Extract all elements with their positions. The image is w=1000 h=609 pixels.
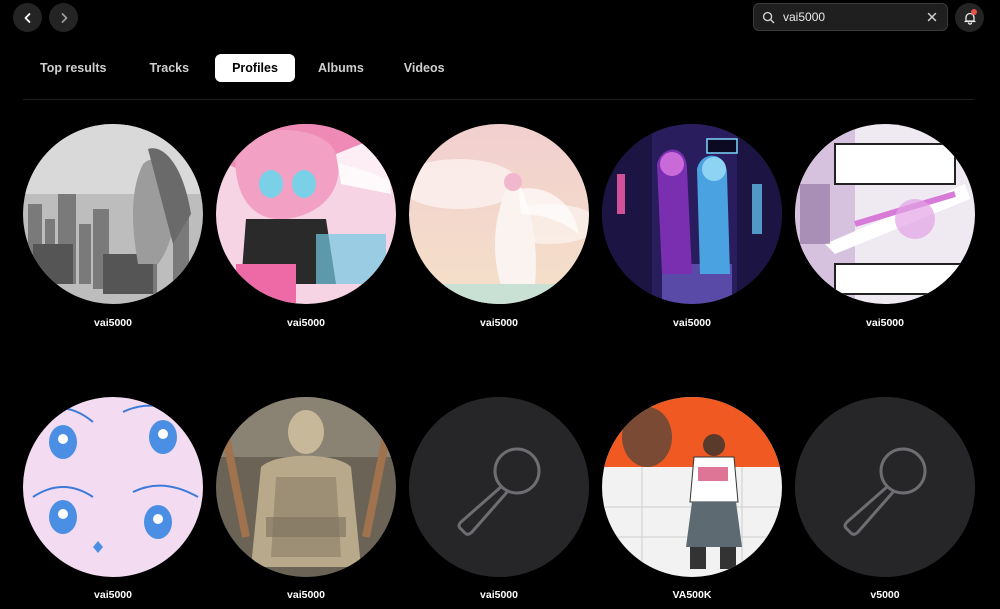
profile-avatar[interactable] (23, 397, 203, 577)
profile-card[interactable]: vai5000 (409, 124, 591, 329)
close-icon (927, 12, 937, 22)
blue-anime-eyes-pattern (23, 397, 203, 577)
profile-card[interactable]: vai5000 (23, 124, 205, 329)
tab-videos[interactable]: Videos (387, 54, 462, 82)
pink-hair-anime-girl (216, 124, 396, 304)
profile-avatar[interactable] (216, 397, 396, 577)
back-button[interactable] (13, 3, 42, 32)
tab-tracks[interactable]: Tracks (132, 54, 206, 82)
profile-card[interactable]: v5000 (795, 397, 977, 601)
person-in-jacket-photo (216, 397, 396, 577)
chevron-left-icon (24, 12, 30, 23)
chevron-right-icon (61, 12, 67, 23)
forward-button[interactable] (49, 3, 78, 32)
profile-card[interactable]: vai5000 (23, 397, 205, 601)
the-ceo-promo-photo (602, 397, 782, 577)
glass-castle-art (795, 124, 975, 304)
profile-avatar[interactable] (602, 397, 782, 577)
neon-night-street-girls (602, 124, 782, 304)
profile-card[interactable]: vai5000 (216, 397, 398, 601)
profile-name[interactable]: vai5000 (23, 317, 203, 329)
profile-name[interactable]: v5000 (795, 589, 975, 601)
profile-name[interactable]: VA500K (602, 589, 782, 601)
profile-avatar[interactable] (795, 124, 975, 304)
profile-avatar[interactable] (23, 124, 203, 304)
profile-name[interactable]: vai5000 (602, 317, 782, 329)
profile-card[interactable]: vai5000 (216, 124, 398, 329)
search-input[interactable] (783, 10, 925, 24)
profile-avatar[interactable] (409, 397, 589, 577)
profile-name[interactable]: vai5000 (409, 317, 589, 329)
profile-card[interactable]: vai5000 (409, 397, 591, 601)
tab-top-results[interactable]: Top results (23, 54, 123, 82)
profile-name[interactable]: vai5000 (216, 589, 396, 601)
result-tabs: Top results Tracks Profiles Albums Video… (23, 54, 468, 82)
profile-name[interactable]: vai5000 (409, 589, 589, 601)
search-icon (762, 11, 775, 23)
grayscale-city-anime-art (23, 124, 203, 304)
notifications-button[interactable] (955, 3, 984, 32)
profile-avatar[interactable] (216, 124, 396, 304)
profile-avatar[interactable] (602, 124, 782, 304)
profile-avatar[interactable] (795, 397, 975, 577)
tab-albums[interactable]: Albums (301, 54, 381, 82)
microphone-placeholder-icon (795, 397, 975, 577)
profile-card[interactable]: vai5000 (602, 124, 784, 329)
pastel-angel-sky (409, 124, 589, 304)
search-box (753, 3, 948, 31)
tabs-divider (23, 99, 974, 100)
microphone-placeholder-icon (409, 397, 589, 577)
profile-name[interactable]: vai5000 (216, 317, 396, 329)
profile-name[interactable]: vai5000 (23, 589, 203, 601)
profile-avatar[interactable] (409, 124, 589, 304)
profile-name[interactable]: vai5000 (795, 317, 975, 329)
profile-card[interactable]: vai5000 (795, 124, 977, 329)
clear-search-button[interactable] (925, 10, 939, 24)
tab-profiles[interactable]: Profiles (215, 54, 295, 82)
unread-dot (971, 9, 977, 15)
profile-card[interactable]: VA500K (602, 397, 784, 601)
